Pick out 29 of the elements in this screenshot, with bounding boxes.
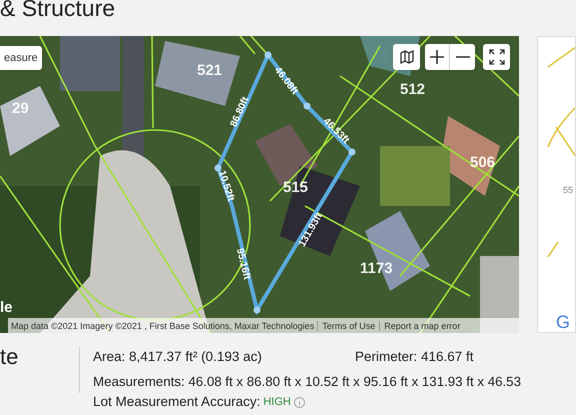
google-logo: le [0,300,13,316]
area-text: Area: 8,417.37 ft² (0.193 ac) [93,349,263,365]
accuracy-value: HIGH [263,395,291,410]
edge-length-label: 95.16ft [234,247,252,281]
plus-icon [430,50,444,64]
fullscreen-icon [488,49,504,65]
map-link[interactable]: Terms of Use [317,320,380,330]
google-logo: G [556,311,570,332]
house-number: 515 [283,178,308,198]
house-number: 506 [470,153,496,173]
page-title: & Structure [0,0,116,19]
house-number: 521 [197,61,222,81]
perimeter-text: Perimeter: 416.67 ft [355,349,474,365]
house-number: 29 [12,99,29,119]
edge-length-label: 10.52ft [216,169,236,203]
street-number: 55 [563,184,574,197]
map-icon [400,50,414,64]
house-number: 512 [400,80,426,100]
measure-button[interactable]: easure [0,46,42,70]
minus-icon [456,56,470,58]
accuracy-label: Lot Measurement Accuracy: [93,394,260,410]
map-type-button[interactable] [393,44,420,70]
section-heading: te [0,344,18,369]
zoom-out-button[interactable] [450,44,475,70]
zoom-in-button[interactable] [425,44,450,70]
fullscreen-button[interactable] [483,44,510,70]
measurements-text: Measurements: 46.08 ft x 86.80 ft x 10.52 ft x 95.16 ft x 131.93 ft x 46.53 [93,374,521,389]
map-link[interactable]: Report a map error [379,320,464,330]
map-attribution: Map data ©2021 Imagery ©2021 , First Base Solutions, Maxar Technologies [10,320,316,330]
